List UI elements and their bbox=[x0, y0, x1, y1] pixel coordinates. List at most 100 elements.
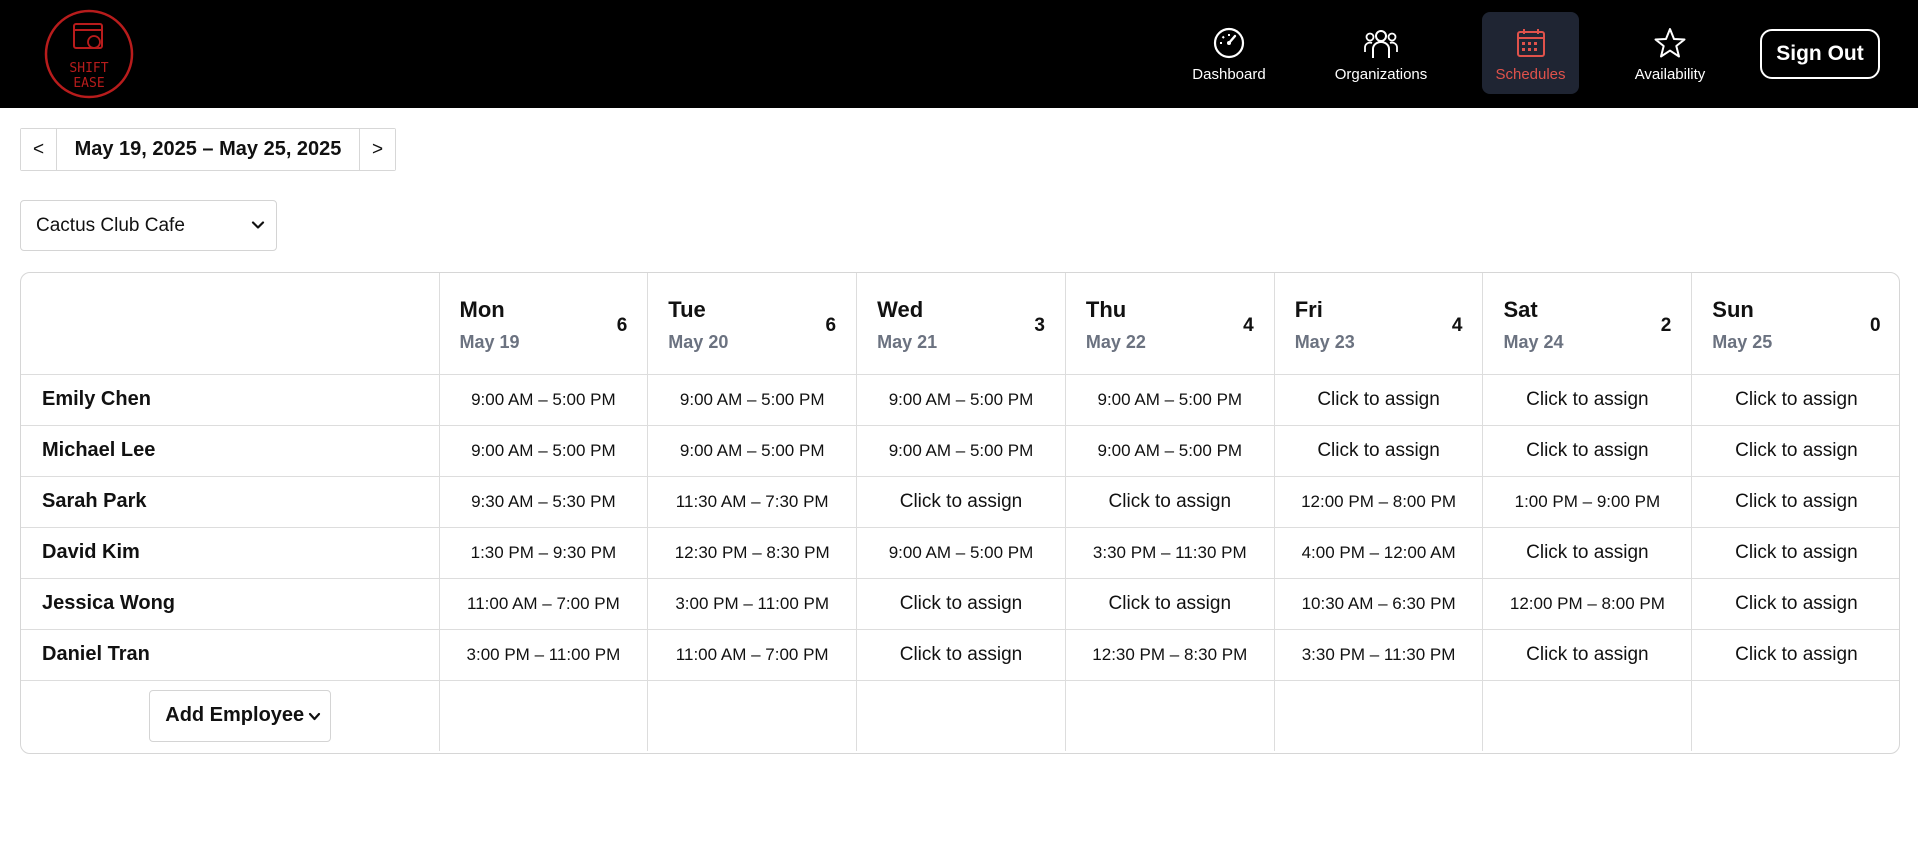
day-shift-count: 4 bbox=[1243, 315, 1254, 336]
assign-shift-label: Click to assign bbox=[1526, 541, 1649, 563]
day-header: Sat May 24 2 bbox=[1482, 273, 1693, 375]
prev-week-button[interactable]: < bbox=[21, 129, 57, 170]
empty-cell bbox=[1065, 680, 1275, 751]
shift-time: 9:00 AM – 5:00 PM bbox=[1097, 389, 1243, 409]
sign-out-button[interactable]: Sign Out bbox=[1760, 29, 1880, 79]
nav-availability[interactable]: Availability bbox=[1624, 12, 1716, 94]
shift-cell[interactable]: 4:00 PM – 12:00 AM bbox=[1274, 527, 1484, 579]
assign-shift-label: Click to assign bbox=[1526, 388, 1649, 410]
assign-shift-cell[interactable]: Click to assign bbox=[856, 629, 1066, 681]
shift-cell[interactable]: 1:00 PM – 9:00 PM bbox=[1482, 476, 1693, 528]
star-icon bbox=[1654, 28, 1686, 58]
assign-shift-label: Click to assign bbox=[899, 643, 1023, 665]
assign-shift-label: Click to assign bbox=[1526, 643, 1649, 665]
week-range-label: May 19, 2025 – May 25, 2025 bbox=[74, 138, 342, 160]
shift-time: 9:00 AM – 5:00 PM bbox=[888, 440, 1034, 460]
shift-cell[interactable]: 9:00 AM – 5:00 PM bbox=[856, 374, 1066, 426]
chevron-down-icon bbox=[251, 221, 265, 229]
shift-time: 4:00 PM – 12:00 AM bbox=[1301, 542, 1456, 562]
assign-shift-cell[interactable]: Click to assign bbox=[1482, 374, 1693, 426]
employee-row: Jessica Wong 11:00 AM – 7:00 PM 3:00 PM – … bbox=[21, 578, 1899, 630]
empty-cell bbox=[439, 680, 649, 751]
next-week-button[interactable]: > bbox=[359, 129, 395, 170]
assign-shift-label: Click to assign bbox=[899, 490, 1023, 512]
svg-text:SHIFT: SHIFT bbox=[69, 61, 108, 76]
employee-name: David Kim bbox=[21, 527, 440, 579]
assign-shift-label: Click to assign bbox=[1526, 439, 1649, 461]
assign-shift-cell[interactable]: Click to assign bbox=[856, 476, 1066, 528]
shift-time: 3:30 PM – 11:30 PM bbox=[1301, 644, 1456, 664]
organization-select[interactable]: Cactus Club Cafe bbox=[20, 200, 277, 251]
top-navbar: SHIFT EASE Dashboard Organizations Sched… bbox=[0, 0, 1918, 108]
shift-time: 1:00 PM – 9:00 PM bbox=[1514, 491, 1661, 511]
assign-shift-cell[interactable]: Click to assign bbox=[1691, 476, 1899, 528]
shift-cell[interactable]: 12:30 PM – 8:30 PM bbox=[1065, 629, 1275, 681]
users-group-icon bbox=[1364, 30, 1398, 58]
assign-shift-cell[interactable]: Click to assign bbox=[1691, 425, 1899, 477]
shift-cell[interactable]: 9:00 AM – 5:00 PM bbox=[647, 374, 858, 426]
nav-dashboard[interactable]: Dashboard bbox=[1184, 12, 1274, 94]
shift-cell[interactable]: 3:30 PM – 11:30 PM bbox=[1065, 527, 1275, 579]
shift-cell[interactable]: 9:00 AM – 5:00 PM bbox=[439, 374, 649, 426]
shift-cell[interactable]: 9:00 AM – 5:00 PM bbox=[647, 425, 858, 477]
shift-cell[interactable]: 3:30 PM – 11:30 PM bbox=[1274, 629, 1484, 681]
assign-shift-cell[interactable]: Click to assign bbox=[1482, 425, 1693, 477]
day-header: Wed May 21 3 bbox=[856, 273, 1066, 375]
shift-time: 12:00 PM – 8:00 PM bbox=[1301, 491, 1457, 511]
shift-time: 9:30 AM – 5:30 PM bbox=[471, 491, 616, 511]
week-picker: < May 19, 2025 – May 25, 2025 > bbox=[20, 128, 396, 171]
shift-time: 9:00 AM – 5:00 PM bbox=[1097, 440, 1243, 460]
nav-organizations[interactable]: Organizations bbox=[1325, 12, 1437, 94]
assign-shift-cell[interactable]: Click to assign bbox=[1065, 476, 1275, 528]
shift-cell[interactable]: 11:00 AM – 7:00 PM bbox=[439, 578, 649, 630]
shift-cell[interactable]: 11:30 AM – 7:30 PM bbox=[647, 476, 858, 528]
assign-shift-cell[interactable]: Click to assign bbox=[1691, 527, 1899, 579]
assign-shift-cell[interactable]: Click to assign bbox=[1274, 425, 1484, 477]
day-shift-count: 2 bbox=[1660, 315, 1672, 336]
shift-cell[interactable]: 3:00 PM – 11:00 PM bbox=[647, 578, 858, 630]
day-shift-count: 3 bbox=[1034, 315, 1045, 336]
empty-cell bbox=[856, 680, 1066, 751]
day-header: Fri May 23 4 bbox=[1274, 273, 1484, 375]
shift-cell[interactable]: 3:00 PM – 11:00 PM bbox=[439, 629, 649, 681]
shift-ease-logo[interactable]: SHIFT EASE bbox=[42, 7, 136, 101]
assign-shift-cell[interactable]: Click to assign bbox=[1274, 374, 1484, 426]
shift-cell[interactable]: 12:00 PM – 8:00 PM bbox=[1482, 578, 1693, 630]
shift-time: 9:00 AM – 5:00 PM bbox=[679, 389, 825, 409]
shift-cell[interactable]: 11:00 AM – 7:00 PM bbox=[647, 629, 858, 681]
shift-cell[interactable]: 9:30 AM – 5:30 PM bbox=[439, 476, 649, 528]
day-name: Fri bbox=[1294, 297, 1323, 322]
nav-schedules[interactable]: Schedules bbox=[1482, 12, 1579, 94]
assign-shift-cell[interactable]: Click to assign bbox=[1691, 578, 1899, 630]
assign-shift-cell[interactable]: Click to assign bbox=[1482, 527, 1693, 579]
assign-shift-label: Click to assign bbox=[1735, 643, 1858, 665]
assign-shift-cell[interactable]: Click to assign bbox=[1482, 629, 1693, 681]
employee-name: Sarah Park bbox=[21, 476, 440, 528]
nav-organizations-label: Organizations bbox=[1334, 66, 1428, 83]
shift-cell[interactable]: 1:30 PM – 9:30 PM bbox=[439, 527, 649, 579]
assign-shift-cell[interactable]: Click to assign bbox=[1065, 578, 1275, 630]
day-name: Mon bbox=[459, 297, 505, 322]
shift-cell[interactable]: 9:00 AM – 5:00 PM bbox=[1065, 374, 1275, 426]
empty-cell bbox=[1274, 680, 1484, 751]
shift-time: 3:00 PM – 11:00 PM bbox=[466, 644, 621, 664]
assign-shift-cell[interactable]: Click to assign bbox=[856, 578, 1066, 630]
shift-cell[interactable]: 9:00 AM – 5:00 PM bbox=[439, 425, 649, 477]
assign-shift-label: Click to assign bbox=[1317, 439, 1440, 461]
assign-shift-cell[interactable]: Click to assign bbox=[1691, 629, 1899, 681]
day-date: May 19 bbox=[459, 332, 520, 352]
employee-row: Daniel Tran 3:00 PM – 11:00 PM 11:00 AM – … bbox=[21, 629, 1899, 681]
shift-cell[interactable]: 10:30 AM – 6:30 PM bbox=[1274, 578, 1484, 630]
shift-cell[interactable]: 9:00 AM – 5:00 PM bbox=[856, 425, 1066, 477]
shift-cell[interactable]: 12:00 PM – 8:00 PM bbox=[1274, 476, 1484, 528]
shift-cell[interactable]: 9:00 AM – 5:00 PM bbox=[1065, 425, 1275, 477]
day-date: May 25 bbox=[1712, 332, 1773, 352]
day-shift-count: 4 bbox=[1451, 315, 1463, 336]
shift-cell[interactable]: 9:00 AM – 5:00 PM bbox=[856, 527, 1066, 579]
shift-time: 9:00 AM – 5:00 PM bbox=[471, 440, 616, 460]
shift-cell[interactable]: 12:30 PM – 8:30 PM bbox=[647, 527, 858, 579]
assign-shift-cell[interactable]: Click to assign bbox=[1691, 374, 1899, 426]
svg-text:EASE: EASE bbox=[73, 76, 104, 91]
add-employee-select[interactable]: Add Employee bbox=[149, 689, 332, 742]
shift-time: 10:30 AM – 6:30 PM bbox=[1301, 593, 1456, 613]
